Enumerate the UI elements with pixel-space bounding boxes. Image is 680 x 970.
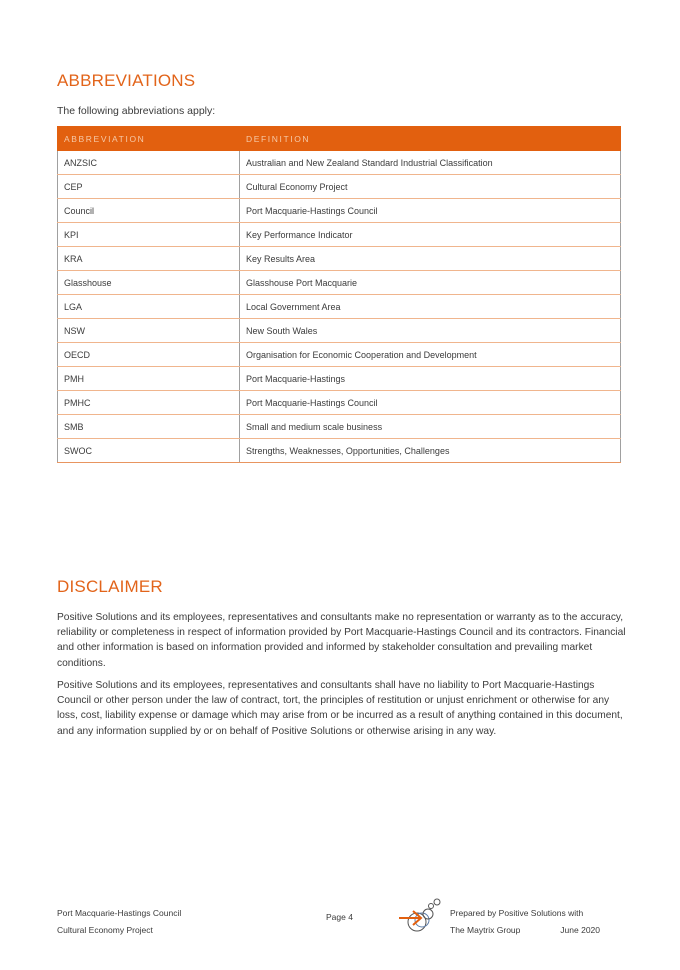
footer-project: Cultural Economy Project (57, 925, 153, 935)
abbreviation-cell: KRA (57, 246, 240, 271)
abbreviation-cell: Glasshouse (57, 270, 240, 295)
abbreviation-cell: Council (57, 198, 240, 223)
definition-cell: Cultural Economy Project (239, 174, 621, 199)
table-row: CEP Cultural Economy Project (57, 174, 621, 199)
table-header-row: ABBREVIATION DEFINITION (57, 126, 621, 151)
abbreviation-cell: SWOC (57, 438, 240, 463)
definition-cell: Port Macquarie-Hastings Council (239, 198, 621, 223)
table-row: NSW New South Wales (57, 318, 621, 343)
definition-cell: Glasshouse Port Macquarie (239, 270, 621, 295)
table-row: SWOC Strengths, Weaknesses, Opportunities… (57, 438, 621, 463)
abbreviation-cell: KPI (57, 222, 240, 247)
table-row: PMHC Port Macquarie-Hastings Council (57, 390, 621, 415)
page-number: Page 4 (326, 912, 353, 922)
footer-client-info: Port Macquarie-Hastings Council Cultural… (57, 905, 181, 939)
abbreviations-heading: ABBREVIATIONS (57, 71, 196, 90)
definition-cell: Port Macquarie-Hastings Council (239, 390, 621, 415)
abbreviation-cell: OECD (57, 342, 240, 367)
abbreviation-cell: SMB (57, 414, 240, 439)
table-row: Council Port Macquarie-Hastings Council (57, 198, 621, 223)
table-row: Glasshouse Glasshouse Port Macquarie (57, 270, 621, 295)
abbreviations-intro: The following abbreviations apply: (57, 105, 216, 117)
footer-prepared-by: Prepared by Positive Solutions with The … (450, 905, 610, 939)
footer-partner: The Maytrix Group (450, 925, 521, 935)
column-header-definition: DEFINITION (239, 126, 621, 151)
abbreviation-cell: CEP (57, 174, 240, 199)
table-row: PMH Port Macquarie-Hastings (57, 366, 621, 391)
table-row: KRA Key Results Area (57, 246, 621, 271)
definition-cell: Strengths, Weaknesses, Opportunities, Ch… (239, 438, 621, 463)
document-page: ABBREVIATIONS The following abbreviation… (0, 0, 680, 970)
definition-cell: Small and medium scale business (239, 414, 621, 439)
footer-client: Port Macquarie-Hastings Council (57, 908, 182, 918)
definition-cell: Key Performance Indicator (239, 222, 621, 247)
definition-cell: Organisation for Economic Cooperation an… (239, 342, 621, 367)
abbreviations-table: ABBREVIATION DEFINITION ANZSIC Australian… (57, 126, 621, 463)
footer-prepared-by-text: Prepared by Positive Solutions with (450, 908, 584, 918)
definition-cell: Australian and New Zealand Standard Indu… (239, 150, 621, 175)
abbreviation-cell: NSW (57, 318, 240, 343)
disclaimer-paragraph: Positive Solutions and its employees, re… (57, 680, 623, 737)
footer-date: June 2020 (560, 925, 600, 935)
table-row: KPI Key Performance Indicator (57, 222, 621, 247)
definition-cell: Port Macquarie-Hastings (239, 366, 621, 391)
table-row: OECD Organisation for Economic Cooperatio… (57, 342, 621, 367)
definition-cell: New South Wales (239, 318, 621, 343)
abbreviation-cell: LGA (57, 294, 240, 319)
positive-solutions-logo-icon (397, 898, 443, 938)
table-row: SMB Small and medium scale business (57, 414, 621, 439)
abbreviation-cell: PMH (57, 366, 240, 391)
definition-cell: Local Government Area (239, 294, 621, 319)
abbreviation-cell: ANZSIC (57, 150, 240, 175)
disclaimer-paragraph: Positive Solutions and its employees, re… (57, 612, 626, 669)
column-header-abbreviation: ABBREVIATION (57, 126, 240, 151)
disclaimer-heading: DISCLAIMER (57, 577, 163, 596)
abbreviations-table-body: ANZSIC Australian and New Zealand Standar… (57, 150, 621, 463)
table-row: LGA Local Government Area (57, 294, 621, 319)
abbreviation-cell: PMHC (57, 390, 240, 415)
table-row: ANZSIC Australian and New Zealand Standar… (57, 150, 621, 175)
definition-cell: Key Results Area (239, 246, 621, 271)
